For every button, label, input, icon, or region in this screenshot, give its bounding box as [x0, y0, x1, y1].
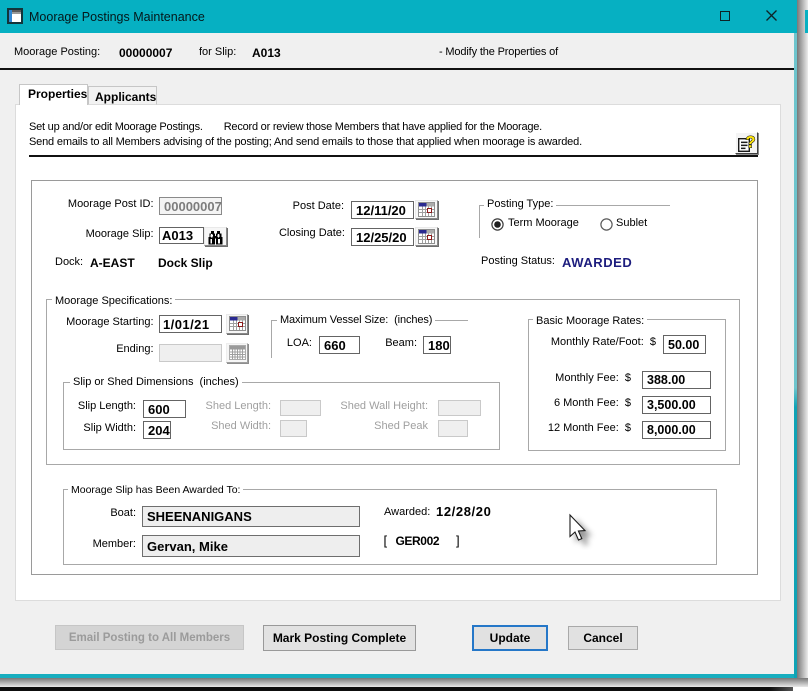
svg-text:?: ? — [746, 134, 756, 152]
